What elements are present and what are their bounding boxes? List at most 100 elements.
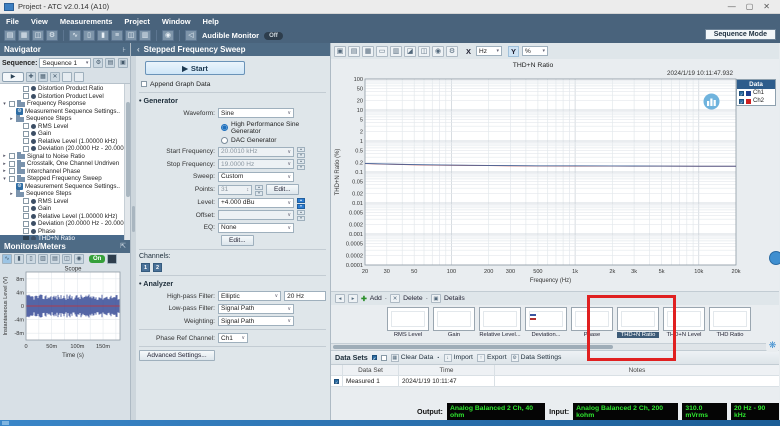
tree-item[interactable]: Phase — [0, 228, 124, 236]
dataset-compare-checkbox[interactable] — [381, 355, 387, 361]
details-button[interactable]: Details — [444, 295, 465, 302]
points-edit-button[interactable]: Edit... — [266, 184, 299, 195]
spin-up-icon[interactable]: ▴ — [297, 198, 305, 203]
minimize-button[interactable]: — — [728, 2, 736, 11]
save-icon[interactable]: ◫ — [32, 30, 44, 41]
markers-icon[interactable]: ◉ — [432, 46, 444, 57]
edge-helper-icon[interactable] — [769, 251, 780, 265]
menu-item-help[interactable]: Help — [203, 17, 219, 26]
export-button[interactable]: ↑Export — [477, 354, 507, 362]
result-tile-gain[interactable]: Gain — [433, 307, 475, 338]
result-tile-deviation-[interactable]: Deviation... — [525, 307, 567, 338]
add-result-button[interactable]: Add — [370, 295, 382, 302]
spin-down-icon[interactable]: ▾ — [297, 216, 305, 221]
new-sequence-icon[interactable]: ▣ — [118, 58, 128, 68]
tile-rows-icon[interactable]: ▤ — [348, 46, 360, 57]
generator-offset-input[interactable]: ∨ — [218, 210, 294, 220]
tree-item[interactable]: Distortion Product Ratio — [0, 85, 124, 93]
row-checkbox[interactable]: ✓ — [334, 379, 339, 384]
single-graph-icon[interactable]: ▭ — [376, 46, 388, 57]
spinner-control[interactable]: ▴▾ — [297, 147, 305, 157]
graph-settings-icon[interactable]: ⚙ — [446, 46, 458, 57]
tree-item-checkbox[interactable] — [23, 221, 29, 227]
spin-up-icon[interactable]: ▴ — [297, 147, 305, 152]
scroll-tiles-right-icon[interactable]: ▸ — [348, 294, 358, 303]
append-graph-data-checkbox[interactable] — [141, 81, 147, 87]
tree-expand-icon[interactable]: ▾ — [2, 176, 7, 182]
tree-item[interactable]: ▾Stepped Frequency Sweep — [0, 175, 124, 183]
copy-graph-icon[interactable]: ▣ — [334, 46, 346, 57]
bar-meters-icon[interactable]: ▯ — [26, 254, 36, 264]
menu-item-measurements[interactable]: Measurements — [60, 17, 113, 26]
menu-item-view[interactable]: View — [31, 17, 48, 26]
expand-panel-icon[interactable]: ⇱ — [120, 242, 126, 250]
organize-steps-icon[interactable]: ▦ — [38, 72, 48, 82]
spin-down-icon[interactable]: ▾ — [255, 191, 263, 196]
tree-item-checkbox[interactable] — [9, 176, 15, 182]
tree-item[interactable]: Relative Level (1.00000 kHz) — [0, 138, 124, 146]
analyzer-low-passfilter-select[interactable]: Signal Path∨ — [218, 304, 294, 314]
eq-edit-button[interactable]: Edit... — [221, 235, 254, 246]
tiles-scrollbar[interactable] — [331, 343, 779, 350]
tree-item-checkbox[interactable] — [9, 101, 15, 107]
x-unit-select[interactable]: Hz▾ — [476, 46, 502, 56]
data-settings-button[interactable]: ⚙Data Settings — [511, 354, 562, 362]
legend-checkbox[interactable]: ✓ — [739, 99, 744, 104]
move-down-icon[interactable] — [74, 72, 84, 82]
delete-result-button[interactable]: Delete — [403, 295, 423, 302]
menu-item-window[interactable]: Window — [162, 17, 191, 26]
audible-monitor-toggle[interactable]: Off — [264, 32, 283, 40]
add-step-icon[interactable]: ✚ — [26, 72, 36, 82]
level-meters-icon[interactable]: ▮ — [14, 254, 24, 264]
maximize-button[interactable]: ▢ — [746, 2, 754, 11]
tree-expand-icon[interactable]: ▸ — [2, 153, 7, 159]
result-tile-rms-level[interactable]: RMS Level — [387, 307, 429, 338]
tree-item[interactable]: ▸Sequence Steps — [0, 115, 124, 123]
tree-item[interactable]: Gain — [0, 205, 124, 213]
fft-monitor-icon[interactable]: ▥ — [139, 30, 151, 41]
analyzer-high-passfilter-select[interactable]: Elliptic∨ — [218, 291, 281, 301]
spinner-control[interactable]: ▴▾ — [255, 185, 263, 195]
meters-config-icon[interactable]: ◉ — [74, 254, 84, 264]
tree-item-checkbox[interactable] — [23, 228, 29, 234]
tree-item-checkbox[interactable] — [9, 161, 15, 167]
scope-view-icon[interactable]: ∿ — [2, 254, 12, 264]
dac-generator-radio[interactable] — [221, 137, 228, 144]
tree-item[interactable]: RMS Level — [0, 123, 124, 131]
tree-expand-icon[interactable]: ▾ — [2, 101, 7, 107]
spin-up-icon[interactable]: ▴ — [255, 185, 263, 190]
tree-item[interactable]: Gain — [0, 130, 124, 138]
tile-grid-icon[interactable]: ▦ — [362, 46, 374, 57]
legend-checkbox[interactable]: ✓ — [739, 91, 744, 96]
tree-item[interactable]: ▸Sequence Steps — [0, 190, 124, 198]
speaker-icon[interactable]: ◁ — [185, 30, 197, 41]
tree-item-checkbox[interactable] — [23, 93, 29, 99]
sequence-mode-button[interactable]: Sequence Mode — [705, 29, 776, 40]
run-sequence-button[interactable]: ▶ — [2, 72, 24, 82]
tree-expand-icon[interactable]: ▸ — [9, 191, 14, 197]
numeric-view-icon[interactable]: ▤ — [50, 254, 60, 264]
generator-points-input[interactable]: 31↕ — [218, 185, 252, 195]
move-up-icon[interactable] — [62, 72, 72, 82]
spin-down-icon[interactable]: ▾ — [297, 204, 305, 209]
tree-expand-icon[interactable]: ▸ — [2, 161, 7, 167]
analyzer-extra-input[interactable]: 20 Hz — [284, 291, 326, 301]
tree-item-checkbox[interactable] — [23, 213, 29, 219]
generator-eq-select[interactable]: None∨ — [218, 223, 294, 233]
fft-view-icon[interactable]: ▥ — [38, 254, 48, 264]
analyzer-weighting-select[interactable]: Signal Path∨ — [218, 316, 294, 326]
tree-scrollbar[interactable] — [124, 84, 130, 240]
generator-level-select[interactable]: +4.000 dBu∨ — [218, 198, 294, 208]
spinner-control[interactable]: ▴▾ — [297, 159, 305, 169]
spin-down-icon[interactable]: ▾ — [297, 153, 305, 158]
pin-icon[interactable]: ⊦ — [122, 46, 126, 54]
tree-item[interactable]: THD+N Ratio — [0, 235, 124, 240]
tree-item-checkbox[interactable] — [9, 153, 15, 159]
spin-up-icon[interactable]: ▴ — [297, 210, 305, 215]
result-tile-relative-level-[interactable]: Relative Level... — [479, 307, 521, 338]
delete-step-icon[interactable]: ✕ — [50, 72, 60, 82]
spinner-control[interactable]: ▴▾ — [297, 210, 305, 220]
start-button[interactable]: ▶ Start — [145, 61, 245, 75]
import-button[interactable]: ↓Import — [444, 354, 473, 362]
generator-section-header[interactable]: • Generator — [139, 96, 326, 105]
